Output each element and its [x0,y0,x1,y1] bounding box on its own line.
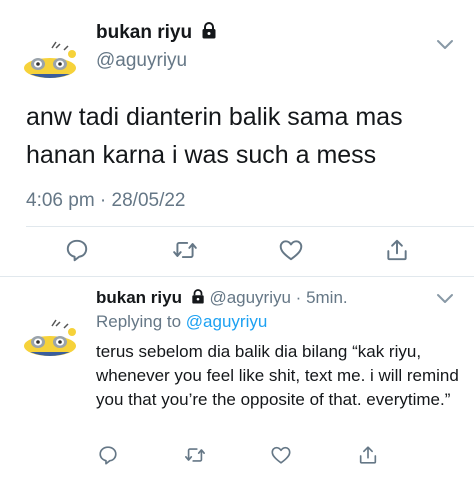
tweet-timestamp[interactable]: 4:06 pm · 28/05/22 [26,190,186,212]
display-name[interactable]: bukan riyu [96,22,217,45]
reply-header: bukan riyu @aguyriyu · 5min. [96,288,348,309]
display-name[interactable]: bukan riyu [96,288,182,307]
mention-link[interactable]: @aguyriyu [186,312,268,331]
comment-icon[interactable] [64,237,90,263]
minion-avatar-image [20,38,80,82]
display-name-text: bukan riyu [96,22,193,43]
lock-icon [201,22,217,45]
replying-to-label: Replying to [96,312,186,331]
tweet-text: anw tadi dianterin balik sama mas hanan … [26,103,403,169]
chevron-down-icon[interactable] [434,292,456,306]
tweet-thread: bukan riyu @aguyriyu anw tadi dianterin … [0,0,474,477]
minion-avatar-image [20,316,80,360]
tweet-text: terus sebelom dia balik dia bilang “kak … [96,342,459,409]
avatar[interactable] [20,316,80,360]
meta-separator: · [290,288,307,307]
lock-icon [191,289,205,309]
main-tweet: bukan riyu @aguyriyu anw tadi dianterin … [0,0,474,276]
retweet-icon[interactable] [184,444,206,466]
replying-to-line: Replying to @aguyriyu [96,312,267,332]
relative-time[interactable]: 5min. [306,288,348,307]
retweet-icon[interactable] [172,237,198,263]
chevron-down-icon[interactable] [434,38,456,52]
avatar[interactable] [20,38,80,82]
share-icon[interactable] [357,444,379,466]
share-icon[interactable] [384,237,410,263]
divider [26,226,474,227]
comment-icon[interactable] [97,444,119,466]
handle[interactable]: @aguyriyu [96,50,187,72]
heart-icon[interactable] [278,237,304,263]
divider [0,276,474,277]
heart-icon[interactable] [270,444,292,466]
handle[interactable]: @aguyriyu [209,288,291,307]
